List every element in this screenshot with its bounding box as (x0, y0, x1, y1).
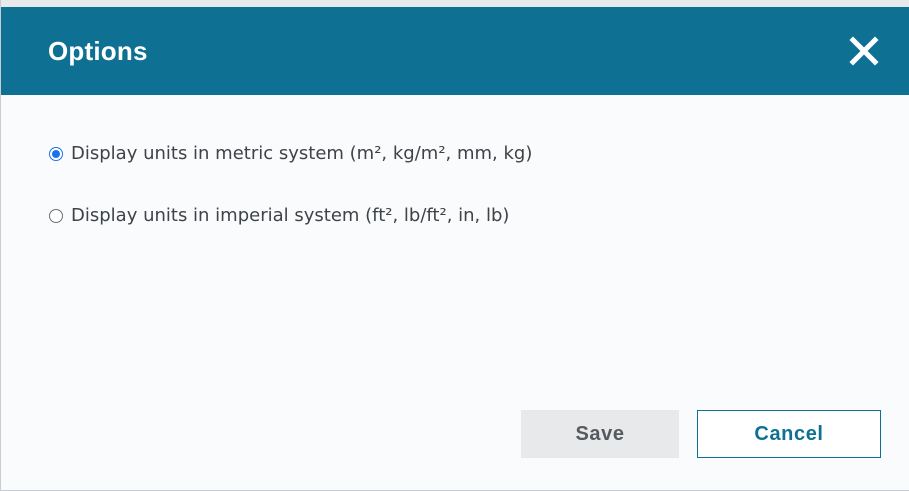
save-button[interactable]: Save (521, 410, 679, 458)
metric-option[interactable]: Display units in metric system (m², kg/m… (49, 143, 532, 164)
metric-radio[interactable] (49, 146, 63, 161)
dialog-header: Options (1, 7, 909, 95)
close-button[interactable] (844, 31, 884, 71)
imperial-radio[interactable] (49, 208, 63, 223)
top-strip (1, 0, 909, 7)
imperial-option[interactable]: Display units in imperial system (ft², l… (49, 205, 509, 226)
metric-option-label: Display units in metric system (m², kg/m… (71, 143, 533, 164)
dialog-title: Options (48, 35, 148, 66)
imperial-option-label: Display units in imperial system (ft², l… (71, 205, 510, 226)
cancel-button[interactable]: Cancel (697, 410, 881, 458)
dialog-body: Display units in metric system (m², kg/m… (1, 95, 909, 491)
close-icon (849, 36, 879, 66)
options-dialog: Options Display units in metric system (… (0, 0, 909, 491)
